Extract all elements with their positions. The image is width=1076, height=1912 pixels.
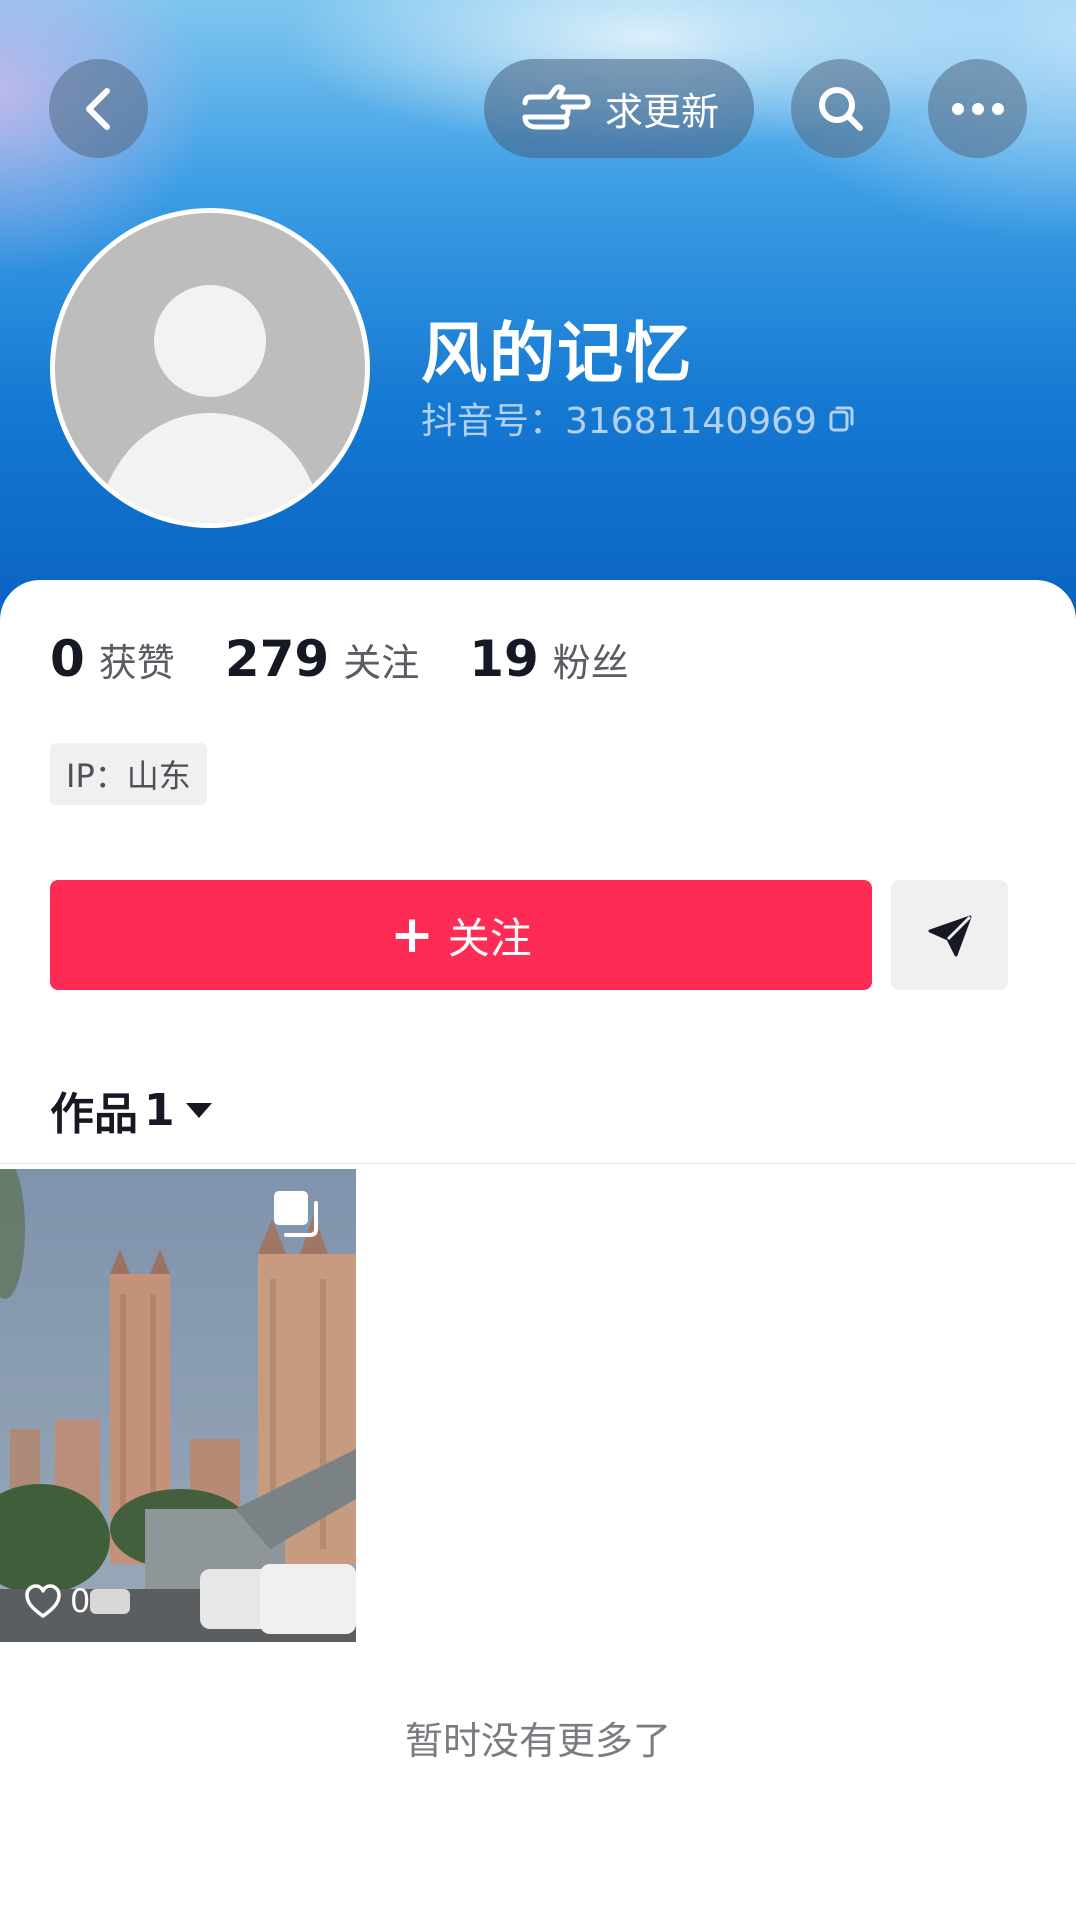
- follow-button[interactable]: + 关注: [50, 880, 872, 990]
- stat-followers-value: 19: [469, 630, 539, 688]
- copy-icon[interactable]: [827, 402, 857, 434]
- back-icon: [85, 87, 110, 130]
- search-icon: [818, 86, 863, 131]
- video-likes: 0: [24, 1582, 90, 1620]
- follow-label: 关注: [447, 913, 532, 963]
- stat-likes-label: 获赞: [98, 641, 175, 685]
- search-button[interactable]: [791, 59, 890, 158]
- more-button[interactable]: [928, 59, 1027, 158]
- plus-icon: +: [390, 905, 434, 965]
- avatar[interactable]: [50, 208, 370, 528]
- send-icon: [928, 915, 971, 957]
- nickname: 风的记忆: [421, 315, 693, 392]
- more-icon: [951, 102, 1004, 115]
- works-tab-label: 作品: [50, 1089, 138, 1140]
- divider: [0, 1163, 1076, 1164]
- stat-following-value: 279: [224, 630, 330, 688]
- stat-following-label: 关注: [343, 641, 420, 685]
- request-update-label: 求更新: [604, 90, 719, 134]
- video-likes-count: 0: [70, 1582, 91, 1620]
- back-button[interactable]: [49, 59, 148, 158]
- request-update-button[interactable]: 求更新: [484, 59, 754, 158]
- default-avatar-icon: [55, 213, 365, 523]
- ip-location-tag: IP：山东: [50, 743, 207, 805]
- stat-followers-label: 粉丝: [552, 641, 629, 685]
- heart-icon: [25, 1584, 61, 1618]
- video-thumbnail[interactable]: [0, 1169, 356, 1642]
- works-tab-count: 1: [144, 1084, 175, 1136]
- multi-image-icon: [274, 1191, 318, 1237]
- stat-followers[interactable]: 19 粉丝: [469, 630, 629, 688]
- douyin-id-text: 抖音号：31681140969: [421, 401, 817, 442]
- send-message-button[interactable]: [891, 880, 1008, 990]
- stat-likes: 0 获赞: [50, 630, 175, 688]
- stat-following[interactable]: 279 关注: [225, 630, 419, 688]
- caret-down-icon[interactable]: [183, 1099, 215, 1121]
- hand-pointing-icon: [522, 84, 591, 129]
- no-more-text: 暂时没有更多了: [404, 1719, 671, 1763]
- stat-likes-value: 0: [50, 630, 85, 688]
- tab-works[interactable]: 作品 1: [50, 1078, 215, 1142]
- douyin-id-row[interactable]: 抖音号：31681140969: [421, 392, 857, 444]
- stats-row: 0 获赞 279 关注 19 粉丝: [50, 630, 679, 688]
